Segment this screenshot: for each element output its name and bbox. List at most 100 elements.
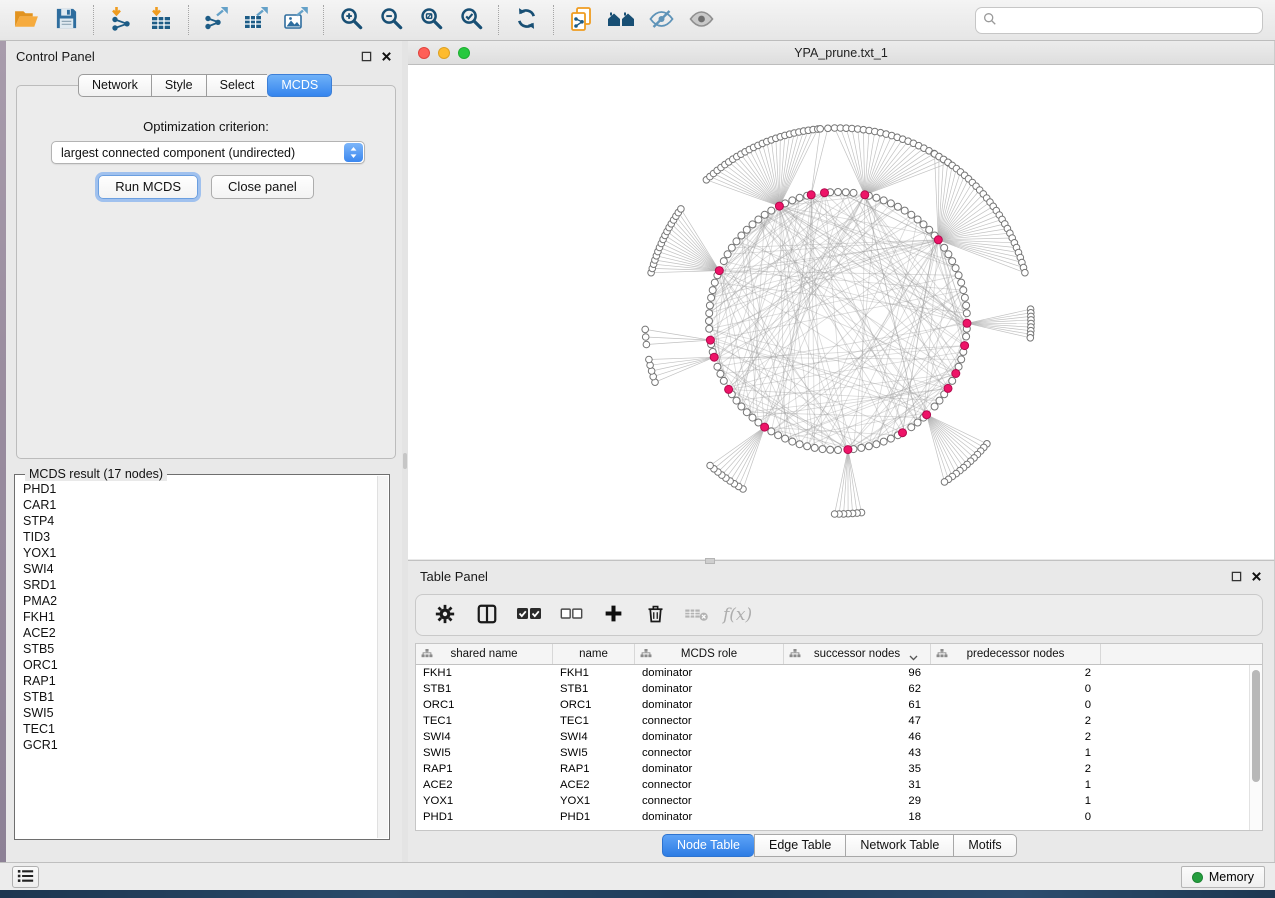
mcds-result-item[interactable]: FKH1 [23,609,377,625]
cell-predecessors[interactable]: 2 [931,665,1101,681]
export-image-button[interactable] [276,2,316,38]
tab-edge-table[interactable]: Edge Table [754,834,845,857]
cell-shared_name[interactable]: YOX1 [416,793,553,809]
table-row[interactable]: YOX1YOX1connector291 [416,793,1249,809]
mcds-result-item[interactable]: ACE2 [23,625,377,641]
tab-mcds[interactable]: MCDS [267,74,332,97]
tab-motifs[interactable]: Motifs [953,834,1016,857]
hide-selected-button[interactable] [641,2,681,38]
search-field[interactable] [975,7,1263,34]
cell-role[interactable]: dominator [635,729,784,745]
cell-name[interactable]: STB1 [553,681,635,697]
mcds-result-item[interactable]: STB5 [23,641,377,657]
cell-name[interactable]: FKH1 [553,665,635,681]
cell-successors[interactable]: 62 [784,681,931,697]
cell-name[interactable]: SWI4 [553,729,635,745]
table-row[interactable]: PHD1PHD1dominator180 [416,809,1249,825]
table-row[interactable]: STB1STB1dominator620 [416,681,1249,697]
optimization-criterion-select[interactable]: largest connected component (undirected) [51,141,365,164]
deselect-all-button[interactable] [552,597,590,633]
cell-shared_name[interactable]: PHD1 [416,809,553,825]
cell-successors[interactable]: 29 [784,793,931,809]
mcds-result-item[interactable]: RAP1 [23,673,377,689]
cell-successors[interactable]: 31 [784,777,931,793]
cell-shared_name[interactable]: FKH1 [416,665,553,681]
column-header-name[interactable]: name [553,644,635,664]
sort-chevron-down-icon[interactable] [909,652,918,664]
table-row[interactable]: RAP1RAP1dominator352 [416,761,1249,777]
mcds-result-item[interactable]: SRD1 [23,577,377,593]
cell-name[interactable]: RAP1 [553,761,635,777]
cell-role[interactable]: dominator [635,809,784,825]
cell-role[interactable]: connector [635,713,784,729]
table-row[interactable]: FKH1FKH1dominator962 [416,665,1249,681]
new-network-from-selection-button[interactable] [561,2,601,38]
cell-predecessors[interactable]: 2 [931,761,1101,777]
mcds-result-item[interactable]: YOX1 [23,545,377,561]
mcds-result-item[interactable]: STP4 [23,513,377,529]
cell-shared_name[interactable]: SWI5 [416,745,553,761]
cell-name[interactable]: YOX1 [553,793,635,809]
mcds-result-item[interactable]: TID3 [23,529,377,545]
export-network-button[interactable] [196,2,236,38]
select-all-button[interactable] [510,597,548,633]
cell-successors[interactable]: 96 [784,665,931,681]
save-session-button[interactable] [46,2,86,38]
column-visibility-button[interactable] [468,597,506,633]
table-row[interactable]: SWI4SWI4dominator462 [416,729,1249,745]
cell-name[interactable]: ORC1 [553,697,635,713]
table-row[interactable]: TEC1TEC1connector472 [416,713,1249,729]
tab-network-table[interactable]: Network Table [845,834,953,857]
mcds-result-item[interactable]: CAR1 [23,497,377,513]
cell-predecessors[interactable]: 1 [931,745,1101,761]
cell-shared_name[interactable]: SWI4 [416,729,553,745]
table-row[interactable]: ORC1ORC1dominator610 [416,697,1249,713]
show-all-button[interactable] [681,2,721,38]
cell-shared_name[interactable]: ACE2 [416,777,553,793]
cell-predecessors[interactable]: 1 [931,777,1101,793]
cell-successors[interactable]: 61 [784,697,931,713]
cell-predecessors[interactable]: 2 [931,713,1101,729]
mcds-result-item[interactable]: SWI4 [23,561,377,577]
close-table-panel-icon[interactable] [1251,571,1262,582]
mcds-result-item[interactable]: PHD1 [23,481,377,497]
zoom-selected-button[interactable] [451,2,491,38]
tab-style[interactable]: Style [151,74,206,97]
cell-name[interactable]: SWI5 [553,745,635,761]
cell-shared_name[interactable]: RAP1 [416,761,553,777]
cell-shared_name[interactable]: ORC1 [416,697,553,713]
export-table-button[interactable] [236,2,276,38]
cell-shared_name[interactable]: TEC1 [416,713,553,729]
import-network-button[interactable] [101,2,141,38]
cell-predecessors[interactable]: 0 [931,681,1101,697]
apply-layout-button[interactable] [506,2,546,38]
cell-role[interactable]: dominator [635,665,784,681]
close-panel-button[interactable]: Close panel [211,175,314,199]
zoom-in-button[interactable] [331,2,371,38]
mcds-result-item[interactable]: GCR1 [23,737,377,753]
tab-network[interactable]: Network [78,74,151,97]
zoom-out-button[interactable] [371,2,411,38]
cell-role[interactable]: connector [635,777,784,793]
search-input[interactable] [1002,14,1262,28]
mcds-result-scrollbar[interactable] [377,476,388,838]
network-window-titlebar[interactable]: YPA_prune.txt_1 [408,41,1274,65]
splitter-grip[interactable] [403,453,407,469]
table-scrollbar-thumb[interactable] [1252,670,1260,782]
add-column-button[interactable] [594,597,632,633]
cell-shared_name[interactable]: STB1 [416,681,553,697]
cell-successors[interactable]: 18 [784,809,931,825]
cell-predecessors[interactable]: 1 [931,793,1101,809]
import-table-button[interactable] [141,2,181,38]
cell-name[interactable]: ACE2 [553,777,635,793]
cell-role[interactable]: dominator [635,681,784,697]
mcds-result-item[interactable]: PMA2 [23,593,377,609]
float-panel-icon[interactable] [361,51,372,62]
cell-predecessors[interactable]: 2 [931,729,1101,745]
zoom-fit-button[interactable] [411,2,451,38]
cell-role[interactable]: dominator [635,697,784,713]
mcds-result-item[interactable]: STB1 [23,689,377,705]
open-file-button[interactable] [6,2,46,38]
column-header-predecessor-nodes[interactable]: predecessor nodes [931,644,1101,664]
mcds-result-item[interactable]: SWI5 [23,705,377,721]
